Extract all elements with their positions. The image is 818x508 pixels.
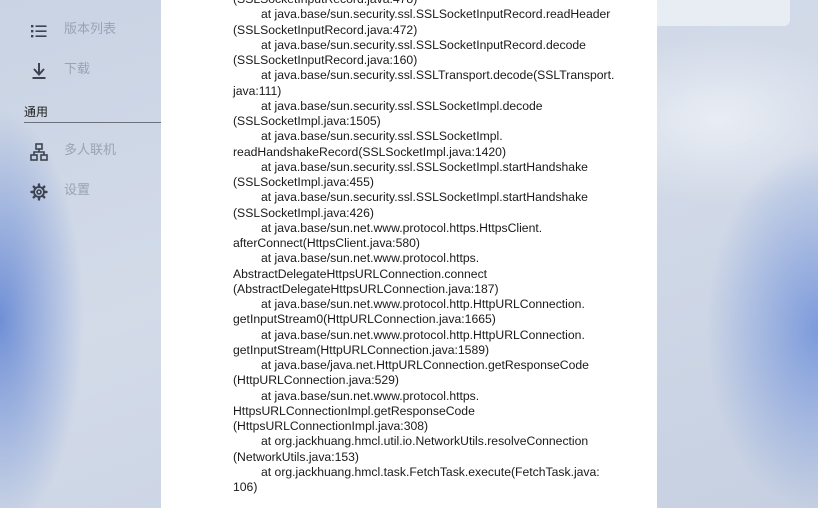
error-log-dialog: (SSLSocketInputRecord.java:478)at java.b… [161, 0, 657, 508]
list-icon [29, 21, 49, 41]
sidebar-item-settings[interactable]: 设置 [0, 174, 160, 208]
log-line: (SSLSocketImpl.java:1505) [233, 114, 381, 128]
log-line: (SSLSocketInputRecord.java:478) [233, 0, 633, 7]
log-line: at java.base/sun.security.ssl.SSLSocketI… [261, 159, 588, 174]
log-line: java:111) [233, 83, 282, 98]
log-line: at java.base/sun.security.ssl.SSLTranspo… [261, 68, 615, 83]
log-line: readHandshakeRecord(SSLSocketImpl.java:1… [233, 144, 507, 159]
network-icon [29, 142, 49, 162]
log-line: (SSLSocketImpl.java:426) [233, 205, 374, 220]
log-line: at java.base/sun.net.www.protocol.http.H… [261, 297, 585, 311]
log-line: getInputStream(HttpURLConnection.java:15… [233, 342, 490, 357]
log-line: (HttpURLConnection.java:529) [233, 373, 399, 388]
log-line: at java.base/sun.security.ssl.SSLSocketI… [261, 98, 543, 113]
log-line: at java.base/sun.security.ssl.SSLSocketI… [261, 190, 588, 205]
log-line: (SSLSocketInputRecord.java:472) [233, 22, 418, 37]
gear-icon [29, 182, 49, 202]
log-line: at org.jackhuang.hmcl.util.io.NetworkUti… [261, 434, 589, 449]
log-line: (SSLSocketInputRecord.java:160) [233, 53, 418, 67]
sidebar-item-label: 设置 [64, 183, 91, 198]
log-line: at java.base/sun.net.www.protocol.https.… [261, 220, 543, 235]
log-line: 106) [233, 480, 258, 494]
log-line: AbstractDelegateHttpsURLConnection.conne… [233, 266, 488, 281]
log-line: at org.jackhuang.hmcl.task.FetchTask.exe… [261, 464, 600, 479]
log-line: (AbstractDelegateHttpsURLConnection.java… [233, 281, 499, 296]
log-line: HttpsURLConnectionImpl.getResponseCode [233, 403, 475, 418]
section-title-general: 通用 [24, 105, 49, 119]
log-line: at java.base/sun.security.ssl.SSLSocketI… [261, 7, 611, 22]
sidebar-item-version-list[interactable]: 版本列表 [0, 13, 160, 47]
log-line: at java.base/sun.net.www.protocol.https. [261, 251, 480, 266]
sidebar-item-label: 下载 [64, 62, 91, 77]
download-icon [29, 61, 49, 81]
log-line: at java.base/sun.net.www.protocol.https. [261, 388, 480, 403]
sidebar: 版本列表 下载 通用 多人联机 设置 [0, 0, 161, 508]
background-card [640, 0, 790, 26]
sidebar-item-label: 多人联机 [64, 143, 117, 158]
section-divider [24, 122, 161, 123]
log-line: getInputStream0(HttpURLConnection.java:1… [233, 312, 496, 327]
sidebar-item-multiplayer[interactable]: 多人联机 [0, 134, 160, 168]
stack-trace-log: (SSLSocketInputRecord.java:478)at java.b… [233, 0, 633, 495]
log-line: (HttpsURLConnectionImpl.java:308) [233, 419, 429, 433]
sidebar-item-label: 版本列表 [64, 22, 117, 37]
log-line: (NetworkUtils.java:153) [233, 449, 359, 464]
sidebar-item-download[interactable]: 下载 [0, 53, 160, 87]
log-line: at java.base/java.net.HttpURLConnection.… [261, 358, 589, 372]
log-line: at java.base/sun.security.ssl.SSLSocketI… [261, 129, 503, 144]
log-line: afterConnect(HttpsClient.java:580) [233, 236, 420, 250]
log-line: (SSLSocketImpl.java:455) [233, 175, 374, 189]
log-line: at java.base/sun.net.www.protocol.http.H… [261, 327, 585, 342]
log-line: at java.base/sun.security.ssl.SSLSocketI… [261, 37, 586, 52]
